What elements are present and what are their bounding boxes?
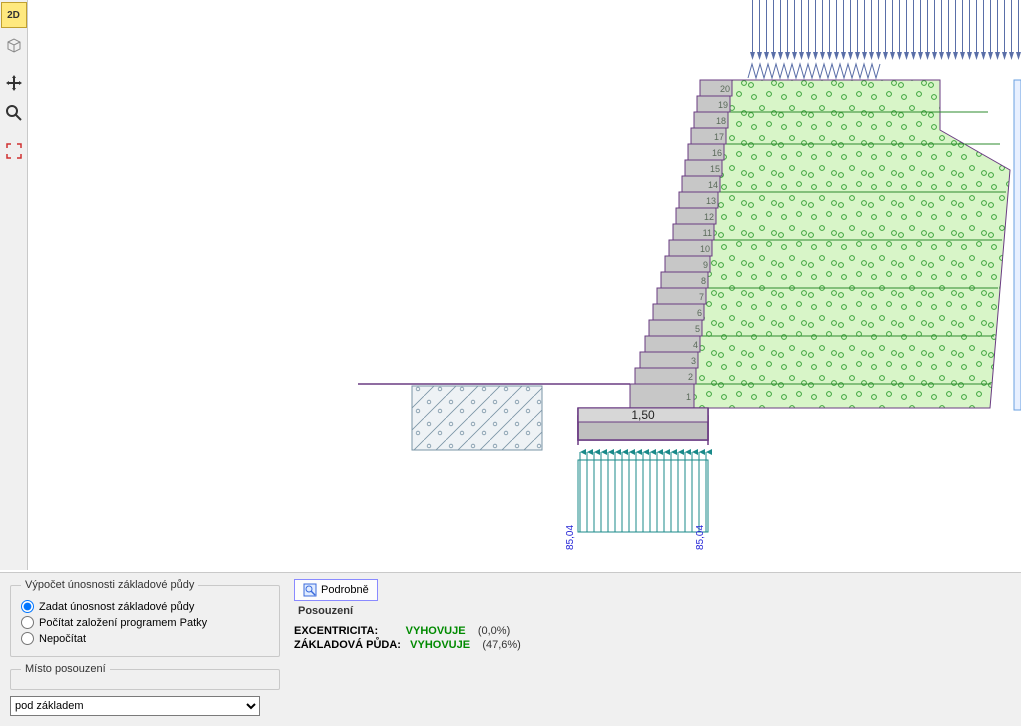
structure-drawing: 20 19 18 17 16 15 14 13 12 11 10 9 8 7 6… [28,0,1021,570]
svg-text:12: 12 [704,212,714,222]
view-toolbar: 2D [0,0,28,570]
radio-none[interactable]: Nepočítat [21,632,269,645]
radio-compute-patky-input[interactable] [21,616,34,629]
zoom-button[interactable] [1,100,27,126]
svg-text:2: 2 [688,372,693,382]
stress-right-value: 85,04 [695,525,706,550]
magnifier-icon [5,104,23,122]
radio-enter-capacity-label: Zadat únosnost základové půdy [39,601,194,613]
assess-label-eccentricity: EXCENTRICITA: [294,625,378,637]
foundation-width-label: 1,50 [631,408,655,422]
svg-text:10: 10 [700,244,710,254]
fit-button[interactable] [1,138,27,164]
calc-method-group: Výpočet únosnosti základové půdy Zadat ú… [10,579,280,657]
bottom-panel: Výpočet únosnosti základové půdy Zadat ú… [0,572,1021,726]
pan-icon [5,74,23,92]
svg-text:15: 15 [710,164,720,174]
svg-text:20: 20 [720,84,730,94]
assess-pct-soil: (47,6%) [482,639,521,651]
svg-text:3: 3 [691,356,696,366]
assessment-place-select[interactable]: pod základem [10,696,260,716]
radio-compute-patky-label: Počítat založení programem Patky [39,617,207,629]
svg-text:18: 18 [716,116,726,126]
detail-button-label: Podrobně [321,584,369,596]
svg-text:16: 16 [712,148,722,158]
svg-text:13: 13 [706,196,716,206]
view-2d-button[interactable]: 2D [1,2,27,28]
assessment-row-eccentricity: EXCENTRICITA: VYHOVUJE (0,0%) [294,625,521,637]
calc-method-title: Výpočet únosnosti základové půdy [21,579,198,591]
svg-text:7: 7 [699,292,704,302]
svg-text:1: 1 [686,392,691,402]
view-2d-label: 2D [7,10,20,21]
radio-enter-capacity[interactable]: Zadat únosnost základové půdy [21,600,269,613]
svg-text:19: 19 [718,100,728,110]
svg-text:17: 17 [714,132,724,142]
view-3d-button[interactable] [1,32,27,58]
radio-none-label: Nepočítat [39,633,86,645]
detail-button[interactable]: Podrobně [294,579,378,601]
svg-text:4: 4 [693,340,698,350]
assessment-place-group: Místo posouzení [10,663,280,690]
svg-text:14: 14 [708,180,718,190]
radio-none-input[interactable] [21,632,34,645]
pan-button[interactable] [1,70,27,96]
detail-icon [303,583,317,597]
assess-label-soil: ZÁKLADOVÁ PŮDA: [294,639,401,651]
assess-pct-eccentricity: (0,0%) [478,625,510,637]
svg-text:8: 8 [701,276,706,286]
fit-icon [6,143,22,159]
svg-text:5: 5 [695,324,700,334]
assess-status-eccentricity: VYHOVUJE [406,625,466,637]
assessment-title: Posouzení [294,601,353,619]
assessment-place-title: Místo posouzení [21,663,110,675]
assessment-block: Posouzení EXCENTRICITA: VYHOVUJE (0,0%) … [294,601,521,651]
assessment-row-soil: ZÁKLADOVÁ PŮDA: VYHOVUJE (47,6%) [294,639,521,651]
drawing-canvas[interactable]: 20 19 18 17 16 15 14 13 12 11 10 9 8 7 6… [28,0,1021,570]
svg-text:11: 11 [703,228,712,238]
svg-text:6: 6 [697,308,702,318]
stress-left-value: 85,04 [565,525,576,550]
cube-icon [5,36,23,54]
radio-enter-capacity-input[interactable] [21,600,34,613]
radio-compute-patky[interactable]: Počítat založení programem Patky [21,616,269,629]
assess-status-soil: VYHOVUJE [410,639,470,651]
svg-text:9: 9 [703,260,708,270]
